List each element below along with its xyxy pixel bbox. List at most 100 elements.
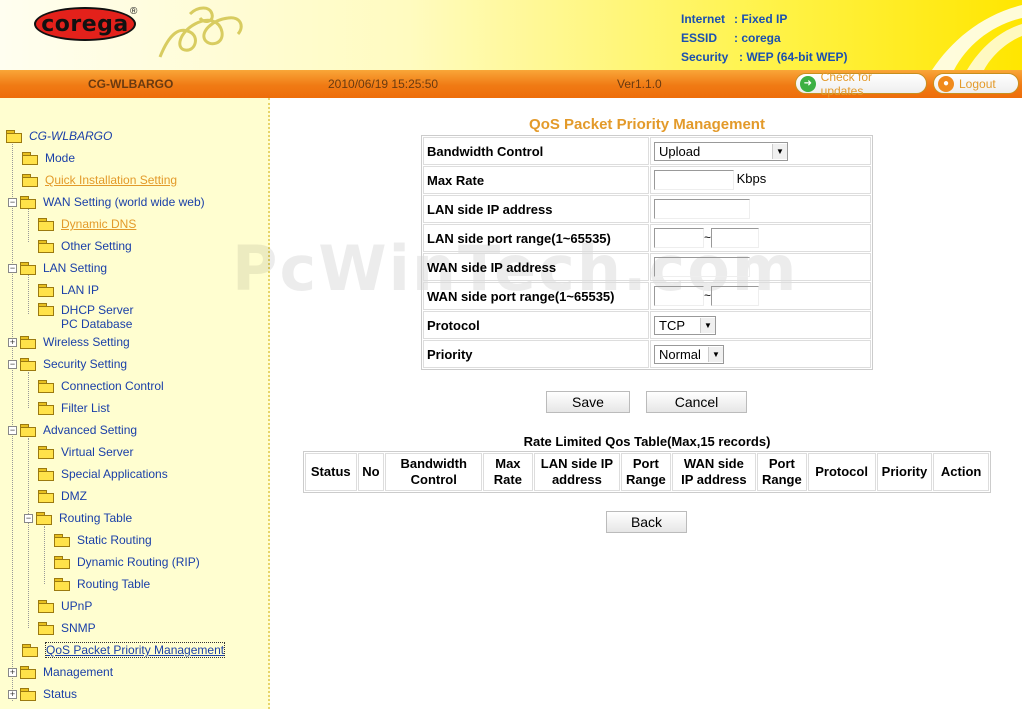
form-row: Max Rate Kbps: [423, 166, 871, 194]
qos-form-table: Bandwidth Control Upload ▼ Max Rate Kbps…: [421, 135, 873, 370]
max-rate-cell: Kbps: [650, 166, 871, 194]
protocol-cell: TCP ▼: [650, 311, 871, 339]
firmware-version: Ver1.1.0: [617, 77, 662, 91]
lan-ip-label: LAN side IP address: [423, 195, 649, 223]
column-header: No: [357, 453, 385, 491]
collapse-icon[interactable]: −: [8, 197, 17, 207]
sidebar-item-management[interactable]: + Management: [8, 664, 113, 680]
sidebar-item-static-routing[interactable]: Static Routing: [54, 532, 152, 548]
cancel-button[interactable]: Cancel: [646, 391, 747, 413]
form-row: LAN side IP address: [423, 195, 871, 223]
max-rate-input[interactable]: [654, 170, 734, 190]
lan-port-range-label: LAN side port range(1~65535): [423, 224, 649, 252]
sidebar-item-filter-list[interactable]: Filter List: [38, 400, 110, 416]
sidebar-item-routing-table-group[interactable]: − Routing Table: [24, 510, 132, 526]
wan-ip-label: WAN side IP address: [423, 253, 649, 281]
column-header: WAN side IP address: [671, 453, 757, 491]
status-internet: Internet: Fixed IP: [681, 12, 788, 26]
column-header: Port Range: [621, 453, 671, 491]
sidebar-item-advanced-setting[interactable]: − Advanced Setting: [8, 422, 137, 438]
wan-ip-input[interactable]: [654, 257, 750, 277]
folder-icon: [20, 688, 36, 701]
sidebar-item-lan-setting[interactable]: − LAN Setting: [8, 260, 107, 276]
folder-icon: [22, 152, 38, 165]
sidebar-item-connection-control[interactable]: Connection Control: [38, 378, 164, 394]
lan-port-start-input[interactable]: [654, 228, 704, 248]
sidebar-item-wireless-setting[interactable]: + Wireless Setting: [8, 334, 130, 350]
datetime: 2010/06/19 15:25:50: [328, 77, 439, 91]
folder-icon: [38, 284, 54, 297]
sidebar-item-dmz[interactable]: DMZ: [38, 488, 87, 504]
folder-icon: [38, 600, 54, 613]
device-name: CG-WLBARGO: [88, 77, 174, 91]
column-header: Status: [305, 453, 357, 491]
logout-button[interactable]: ● Logout: [933, 73, 1019, 94]
folder-icon: [38, 622, 54, 635]
form-row: Priority Normal ▼: [423, 340, 871, 368]
folder-icon: [22, 644, 38, 657]
sidebar-item-snmp[interactable]: SNMP: [38, 620, 96, 636]
folder-icon: [54, 556, 70, 569]
bandwidth-control-label: Bandwidth Control: [423, 137, 649, 165]
sidebar-item-quick-installation[interactable]: Quick Installation Setting: [22, 172, 177, 188]
folder-open-icon: [20, 358, 36, 371]
sidebar-item-dhcp-server[interactable]: DHCP Server PC Database: [38, 301, 133, 333]
sidebar-item-upnp[interactable]: UPnP: [38, 598, 92, 614]
wan-port-start-input[interactable]: [654, 286, 704, 306]
back-button[interactable]: Back: [606, 511, 687, 533]
save-button[interactable]: Save: [546, 391, 630, 413]
collapse-icon[interactable]: −: [8, 263, 17, 273]
sidebar-tree: CG-WLBARGO Mode Quick Installation Setti…: [0, 98, 270, 709]
table-header-row: Status No Bandwidth Control Max Rate LAN s…: [305, 453, 989, 491]
expand-icon[interactable]: +: [8, 667, 17, 677]
sidebar-item-special-applications[interactable]: Special Applications: [38, 466, 168, 482]
wan-port-end-input[interactable]: [711, 286, 760, 306]
column-header: Priority: [876, 453, 933, 491]
sidebar-item-dynamic-routing[interactable]: Dynamic Routing (RIP): [54, 554, 200, 570]
protocol-select[interactable]: TCP ▼: [654, 315, 716, 335]
folder-icon: [38, 380, 54, 393]
bandwidth-control-select[interactable]: Upload ▼: [654, 141, 788, 161]
corega-logo: corega: [34, 7, 136, 41]
sidebar-item-root[interactable]: CG-WLBARGO: [6, 128, 112, 144]
folder-icon: [38, 218, 54, 231]
check-updates-button[interactable]: ➜ Check for updates: [795, 70, 927, 98]
sidebar-item-routing-table[interactable]: Routing Table: [54, 576, 150, 592]
logout-label: Logout: [959, 76, 996, 91]
expand-icon[interactable]: +: [8, 689, 17, 699]
folder-icon: [54, 534, 70, 547]
sidebar-item-virtual-server[interactable]: Virtual Server: [38, 444, 133, 460]
sidebar-item-dynamic-dns[interactable]: Dynamic DNS: [38, 216, 136, 232]
tree-line: [28, 372, 29, 408]
expand-icon[interactable]: +: [8, 337, 17, 347]
collapse-icon[interactable]: −: [24, 513, 33, 523]
folder-open-icon: [20, 262, 36, 275]
tree-line: [28, 274, 29, 314]
collapse-icon[interactable]: −: [8, 425, 17, 435]
protocol-label: Protocol: [423, 311, 649, 339]
chevron-down-icon: ▼: [708, 346, 723, 362]
tree-line: [28, 438, 29, 628]
priority-select[interactable]: Normal ▼: [654, 344, 724, 364]
collapse-icon[interactable]: −: [8, 359, 17, 369]
sidebar-item-security-setting[interactable]: − Security Setting: [8, 356, 127, 372]
form-row: Protocol TCP ▼: [423, 311, 871, 339]
sidebar-item-status[interactable]: + Status: [8, 686, 77, 702]
update-arrow-icon: ➜: [800, 75, 816, 92]
sidebar-item-other-setting[interactable]: Other Setting: [38, 238, 132, 254]
lan-port-end-input[interactable]: [711, 228, 760, 248]
priority-cell: Normal ▼: [650, 340, 871, 368]
sidebar-item-lan-ip[interactable]: LAN IP: [38, 282, 99, 298]
column-header: LAN side IP address: [533, 453, 621, 491]
lan-ip-input[interactable]: [654, 199, 750, 219]
folder-icon: [38, 446, 54, 459]
sidebar-item-wan-setting[interactable]: − WAN Setting (world wide web): [8, 194, 205, 210]
sidebar-item-mode[interactable]: Mode: [22, 150, 75, 166]
registered-mark: ®: [130, 6, 138, 17]
chevron-down-icon: ▼: [700, 317, 715, 333]
folder-open-icon: [20, 196, 36, 209]
header: corega ® Internet: Fixed IP ESSID: coreg…: [0, 0, 1022, 70]
sidebar-item-qos[interactable]: QoS Packet Priority Management: [22, 642, 226, 658]
form-row: WAN side IP address: [423, 253, 871, 281]
max-rate-unit: Kbps: [736, 171, 767, 187]
